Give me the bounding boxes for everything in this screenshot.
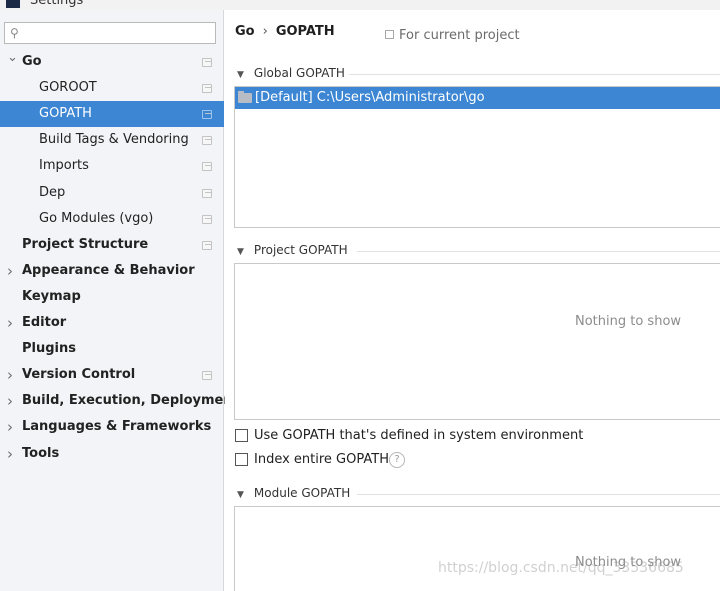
project-gopath-title: Project GOPATH <box>253 243 348 257</box>
module-gopath-list[interactable]: Nothing to show <box>234 506 720 591</box>
project-scope-icon <box>385 30 394 39</box>
index-entire-gopath-label: Index entire GOPATH <box>254 452 389 467</box>
sidebar-item-label: Languages & Frameworks <box>22 419 212 435</box>
global-gopath-entry-path: [Default] C:\Users\Administrator\go <box>255 90 485 105</box>
chevron-right-icon[interactable]: › <box>7 414 17 440</box>
project-scope-icon <box>202 136 212 146</box>
project-scope-icon <box>202 240 212 250</box>
collapse-triangle-icon: ▼ <box>237 70 244 80</box>
window-title: Settings <box>30 0 84 8</box>
index-entire-gopath-checkbox[interactable]: Index entire GOPATH ? <box>235 451 415 469</box>
chevron-right-icon[interactable]: › <box>7 310 17 336</box>
scope-label: For current project <box>399 28 520 43</box>
sidebar-item-label: Go <box>22 54 42 69</box>
sidebar-item-editor[interactable]: › Editor <box>0 310 224 336</box>
sidebar-item-plugins[interactable]: Plugins <box>0 336 224 362</box>
project-gopath-list[interactable]: Nothing to show <box>234 263 720 420</box>
project-scope-icon <box>202 84 212 94</box>
project-scope-icon <box>202 58 212 67</box>
search-input[interactable] <box>27 25 213 41</box>
breadcrumb-parent[interactable]: Go <box>235 24 255 39</box>
section-divider <box>349 74 720 75</box>
chevron-down-icon[interactable]: ⌄ <box>7 45 18 71</box>
sidebar-item-label: Appearance & Behavior <box>22 262 195 278</box>
breadcrumb-separator: › <box>262 24 268 39</box>
search-icon: ⚲ <box>10 26 19 40</box>
chevron-right-icon[interactable]: › <box>7 258 17 284</box>
checkbox-box[interactable] <box>235 429 248 442</box>
chevron-right-icon[interactable]: › <box>7 388 17 414</box>
sidebar-item-tools[interactable]: › Tools <box>0 441 224 467</box>
global-gopath-header[interactable]: ▼ Global GOPATH <box>237 66 720 82</box>
section-divider <box>357 494 720 495</box>
breadcrumb: Go › GOPATH <box>235 24 335 42</box>
chevron-right-icon[interactable]: › <box>7 362 17 388</box>
section-divider <box>357 251 720 252</box>
sidebar-item-imports[interactable]: Imports <box>0 153 224 179</box>
sidebar-item-languages-frameworks[interactable]: › Languages & Frameworks <box>0 414 224 440</box>
sidebar-item-label: Go Modules (vgo) <box>39 210 154 226</box>
sidebar-item-go-modules-vgo[interactable]: Go Modules (vgo) <box>0 206 224 232</box>
sidebar-item-go[interactable]: ⌄ Go <box>0 49 224 75</box>
sidebar-item-label: Dep <box>39 184 66 200</box>
sidebar-item-appearance-behavior[interactable]: › Appearance & Behavior <box>0 258 224 284</box>
sidebar-item-goroot[interactable]: GOROOT <box>0 75 224 101</box>
watermark: https://blog.csdn.net/qq_33536685 <box>438 560 684 576</box>
project-scope-icon <box>202 371 212 381</box>
module-gopath-title: Module GOPATH <box>253 486 351 500</box>
gopath-settings-panel: Go › GOPATH For current project ▼ Global GO… <box>225 10 720 591</box>
sidebar-item-version-control[interactable]: › Version Control <box>0 362 224 388</box>
sidebar-item-label: Editor <box>22 315 67 330</box>
sidebar-item-keymap[interactable]: Keymap <box>0 284 224 310</box>
module-gopath-header[interactable]: ▼ Module GOPATH <box>237 486 720 502</box>
sidebar-item-label: GOPATH <box>39 106 92 122</box>
sidebar-item-label: Imports <box>39 158 89 174</box>
sidebar-item-label: Keymap <box>22 288 81 304</box>
chevron-right-icon[interactable]: › <box>7 441 17 467</box>
search-box[interactable]: ⚲ <box>4 22 216 44</box>
use-system-gopath-checkbox[interactable]: Use GOPATH that's defined in system envi… <box>235 427 583 445</box>
sidebar-item-label: Tools <box>22 445 60 461</box>
project-gopath-empty-text: Nothing to show <box>575 314 682 329</box>
sidebar-item-build-tags-vendoring[interactable]: Build Tags & Vendoring <box>0 127 224 153</box>
global-gopath-title: Global GOPATH <box>253 66 345 80</box>
project-scope-icon <box>202 214 212 224</box>
help-icon[interactable]: ? <box>389 452 405 468</box>
project-scope-icon <box>202 162 212 172</box>
sidebar-item-label: Build Tags & Vendoring <box>39 132 189 148</box>
folder-icon <box>238 91 252 103</box>
project-scope-icon <box>202 110 212 120</box>
sidebar-item-label: Plugins <box>22 341 76 357</box>
breadcrumb-current: GOPATH <box>275 24 335 39</box>
app-icon <box>6 0 20 8</box>
sidebar-item-gopath[interactable]: GOPATH <box>0 101 224 128</box>
checkbox-box[interactable] <box>235 453 248 466</box>
sidebar-item-project-structure[interactable]: Project Structure <box>0 232 224 258</box>
sidebar-item-build-execution-deployment[interactable]: › Build, Execution, Deployment <box>0 388 239 414</box>
settings-sidebar: ⚲ ⌄ Go GOROOT GOPATH Build Tags & Vendoring I… <box>0 10 239 591</box>
sidebar-item-label: Build, Execution, Deployment <box>22 393 239 409</box>
collapse-triangle-icon: ▼ <box>237 490 244 500</box>
use-system-gopath-label: Use GOPATH that's defined in system envi… <box>254 428 584 443</box>
sidebar-item-label: Version Control <box>22 367 136 383</box>
global-gopath-list[interactable]: [Default] C:\Users\Administrator\go <box>234 86 720 228</box>
global-gopath-entry[interactable]: [Default] C:\Users\Administrator\go <box>235 87 720 109</box>
project-gopath-header[interactable]: ▼ Project GOPATH <box>237 243 720 259</box>
sidebar-item-label: Project Structure <box>22 236 149 252</box>
sidebar-item-label: GOROOT <box>39 80 97 96</box>
sidebar-item-dep[interactable]: Dep <box>0 180 224 206</box>
collapse-triangle-icon: ▼ <box>237 247 244 257</box>
window-titlebar: Settings <box>0 0 720 10</box>
project-scope-icon <box>202 188 212 198</box>
scope-indicator: For current project <box>385 28 520 43</box>
